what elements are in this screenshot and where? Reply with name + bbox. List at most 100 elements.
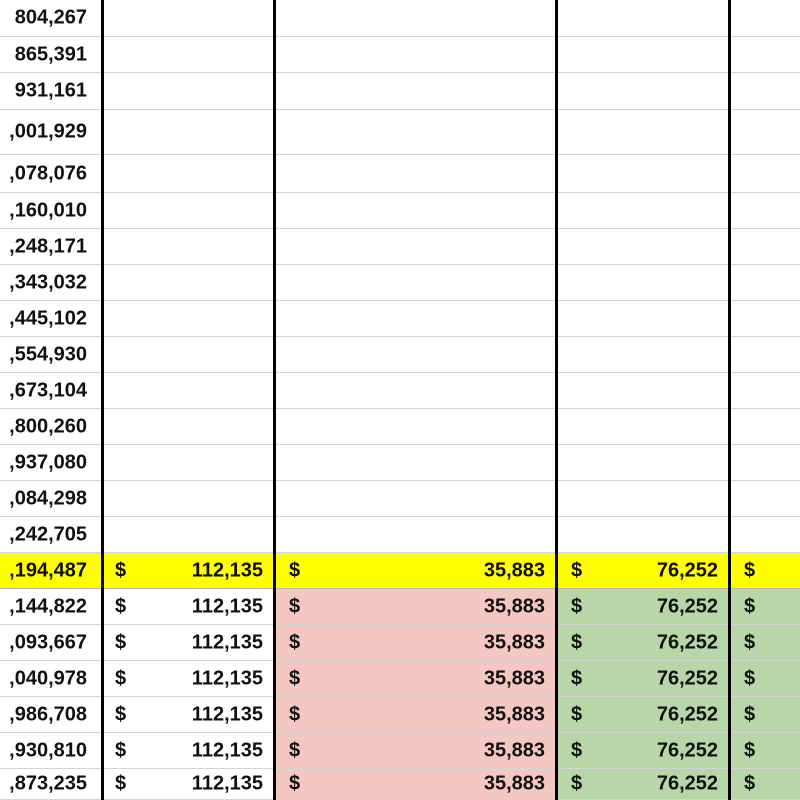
cell-col-2[interactable]: [275, 517, 557, 552]
cell-col-0[interactable]: 804,267: [0, 0, 101, 36]
cell-col-2[interactable]: [275, 337, 557, 372]
cell-col-2[interactable]: $35,883: [275, 589, 557, 624]
cell-col-4[interactable]: [730, 110, 800, 154]
cell-col-0[interactable]: ,248,171: [0, 229, 101, 264]
cell-col-1[interactable]: [101, 229, 275, 264]
cell-col-3[interactable]: [557, 337, 730, 372]
cell-col-4[interactable]: $: [730, 553, 800, 588]
cell-col-2[interactable]: [275, 265, 557, 300]
cell-col-0[interactable]: ,800,260: [0, 409, 101, 444]
cell-col-3[interactable]: $76,252: [557, 661, 730, 696]
cell-col-1[interactable]: [101, 193, 275, 228]
cell-col-3[interactable]: [557, 229, 730, 264]
cell-col-1[interactable]: [101, 517, 275, 552]
cell-col-2[interactable]: $35,883: [275, 769, 557, 799]
cell-col-4[interactable]: [730, 0, 800, 36]
cell-col-0[interactable]: 865,391: [0, 37, 101, 72]
cell-col-3[interactable]: $76,252: [557, 697, 730, 732]
cell-col-1[interactable]: [101, 445, 275, 480]
cell-col-4[interactable]: $: [730, 733, 800, 768]
cell-col-1[interactable]: [101, 110, 275, 154]
cell-col-2[interactable]: $35,883: [275, 733, 557, 768]
cell-col-1[interactable]: [101, 373, 275, 408]
cell-col-1[interactable]: [101, 37, 275, 72]
cell-col-2[interactable]: [275, 37, 557, 72]
cell-col-4[interactable]: [730, 229, 800, 264]
cell-col-0[interactable]: ,445,102: [0, 301, 101, 336]
cell-col-0[interactable]: ,084,298: [0, 481, 101, 516]
cell-col-0[interactable]: ,986,708: [0, 697, 101, 732]
cell-col-1[interactable]: $112,135: [101, 733, 275, 768]
cell-col-4[interactable]: [730, 409, 800, 444]
cell-col-4[interactable]: [730, 481, 800, 516]
cell-col-0[interactable]: ,937,080: [0, 445, 101, 480]
cell-col-1[interactable]: [101, 301, 275, 336]
cell-col-0[interactable]: ,144,822: [0, 589, 101, 624]
cell-col-2[interactable]: [275, 445, 557, 480]
cell-col-1[interactable]: $112,135: [101, 589, 275, 624]
cell-col-0[interactable]: ,673,104: [0, 373, 101, 408]
cell-col-4[interactable]: $: [730, 589, 800, 624]
cell-col-1[interactable]: [101, 265, 275, 300]
cell-col-3[interactable]: $76,252: [557, 625, 730, 660]
cell-col-0[interactable]: ,040,978: [0, 661, 101, 696]
cell-col-1[interactable]: $112,135: [101, 553, 275, 588]
cell-col-3[interactable]: [557, 155, 730, 192]
cell-col-3[interactable]: [557, 481, 730, 516]
cell-col-1[interactable]: [101, 73, 275, 109]
cell-col-2[interactable]: $35,883: [275, 697, 557, 732]
cell-col-0[interactable]: ,873,235: [0, 769, 101, 799]
cell-col-4[interactable]: [730, 337, 800, 372]
cell-col-2[interactable]: [275, 373, 557, 408]
cell-col-1[interactable]: $112,135: [101, 661, 275, 696]
cell-col-4[interactable]: [730, 155, 800, 192]
cell-col-1[interactable]: $112,135: [101, 697, 275, 732]
cell-col-3[interactable]: [557, 517, 730, 552]
cell-col-4[interactable]: $: [730, 769, 800, 799]
cell-col-3[interactable]: [557, 409, 730, 444]
cell-col-2[interactable]: [275, 73, 557, 109]
cell-col-2[interactable]: $35,883: [275, 625, 557, 660]
cell-col-4[interactable]: $: [730, 697, 800, 732]
cell-col-2[interactable]: [275, 301, 557, 336]
cell-col-0[interactable]: ,160,010: [0, 193, 101, 228]
cell-col-1[interactable]: [101, 155, 275, 192]
cell-col-1[interactable]: [101, 0, 275, 36]
cell-col-3[interactable]: $76,252: [557, 589, 730, 624]
cell-col-3[interactable]: $76,252: [557, 553, 730, 588]
cell-col-2[interactable]: $35,883: [275, 553, 557, 588]
cell-col-4[interactable]: $: [730, 625, 800, 660]
cell-col-1[interactable]: [101, 481, 275, 516]
cell-col-1[interactable]: [101, 409, 275, 444]
cell-col-0[interactable]: ,554,930: [0, 337, 101, 372]
cell-col-4[interactable]: [730, 373, 800, 408]
cell-col-0[interactable]: ,343,032: [0, 265, 101, 300]
cell-col-3[interactable]: [557, 110, 730, 154]
cell-col-2[interactable]: [275, 110, 557, 154]
cell-col-2[interactable]: [275, 0, 557, 36]
cell-col-3[interactable]: [557, 193, 730, 228]
cell-col-3[interactable]: [557, 445, 730, 480]
cell-col-4[interactable]: [730, 517, 800, 552]
cell-col-3[interactable]: [557, 265, 730, 300]
cell-col-3[interactable]: [557, 0, 730, 36]
cell-col-4[interactable]: [730, 301, 800, 336]
cell-col-4[interactable]: [730, 265, 800, 300]
cell-col-2[interactable]: [275, 481, 557, 516]
cell-col-0[interactable]: 931,161: [0, 73, 101, 109]
cell-col-4[interactable]: [730, 73, 800, 109]
cell-col-0[interactable]: ,093,667: [0, 625, 101, 660]
cell-col-0[interactable]: ,242,705: [0, 517, 101, 552]
cell-col-4[interactable]: [730, 37, 800, 72]
cell-col-0[interactable]: ,001,929: [0, 110, 101, 154]
cell-col-4[interactable]: $: [730, 661, 800, 696]
cell-col-3[interactable]: $76,252: [557, 769, 730, 799]
cell-col-2[interactable]: [275, 409, 557, 444]
cell-col-3[interactable]: [557, 73, 730, 109]
cell-col-0[interactable]: ,078,076: [0, 155, 101, 192]
cell-col-3[interactable]: [557, 37, 730, 72]
cell-col-1[interactable]: $112,135: [101, 625, 275, 660]
cell-col-4[interactable]: [730, 193, 800, 228]
cell-col-2[interactable]: $35,883: [275, 661, 557, 696]
cell-col-3[interactable]: $76,252: [557, 733, 730, 768]
